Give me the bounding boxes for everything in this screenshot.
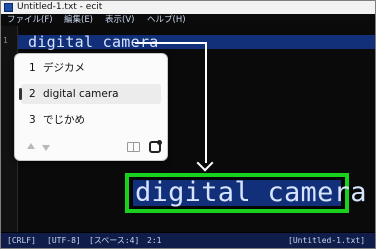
status-eol[interactable]: [CRLF] [7,233,36,248]
status-indent[interactable]: [スペース:4] [89,233,139,248]
candidate-text: でじかめ [43,114,85,126]
app-icon [4,3,13,12]
candidate-item[interactable]: 1 デジカメ [21,58,161,78]
title-bar: Untitled-1.txt - ecit [1,1,375,14]
candidate-text: digital camera [43,88,119,100]
expand-table-icon[interactable] [127,142,140,152]
candidate-number: 2 [29,88,36,100]
zoom-text: digital camera [135,177,367,208]
status-filename: [Untitled-1.txt] [288,236,366,245]
status-position: 2:1 [147,236,162,245]
callout-line [205,42,207,163]
page-down-icon[interactable] [42,145,50,151]
menu-view[interactable]: 表示(V) [105,14,134,26]
candidate-item-selected[interactable]: 2 digital camera [19,84,161,104]
zoom-callout: digital camera [125,173,366,213]
menu-edit[interactable]: 編集(E) [64,14,93,26]
candidate-number: 3 [29,114,36,126]
menu-bar: ファイル(F) 編集(E) 表示(V) ヘルプ(H) [1,14,375,26]
candidate-item[interactable]: 3 でじかめ [21,110,161,130]
line-number: 1 [3,36,8,45]
candidate-text: デジカメ [43,62,85,74]
menu-file[interactable]: ファイル(F) [7,14,53,26]
editor-window: Untitled-1.txt - ecit ファイル(F) 編集(E) 表示(V… [0,0,376,249]
status-bar: [CRLF] [UTF-8] [スペース:4] 2:1 [Untitled-1.… [1,233,375,248]
candidate-footer [15,138,167,160]
ime-candidate-window: 1 デジカメ 2 digital camera 3 でじかめ [14,53,168,161]
candidate-number: 1 [29,62,36,74]
callout-line [135,42,207,44]
window-title: Untitled-1.txt - ecit [17,2,103,12]
ime-settings-icon[interactable] [149,140,162,153]
status-encoding[interactable]: [UTF-8] [47,233,81,248]
page-up-icon[interactable] [27,143,35,149]
menu-help[interactable]: ヘルプ(H) [147,14,186,26]
